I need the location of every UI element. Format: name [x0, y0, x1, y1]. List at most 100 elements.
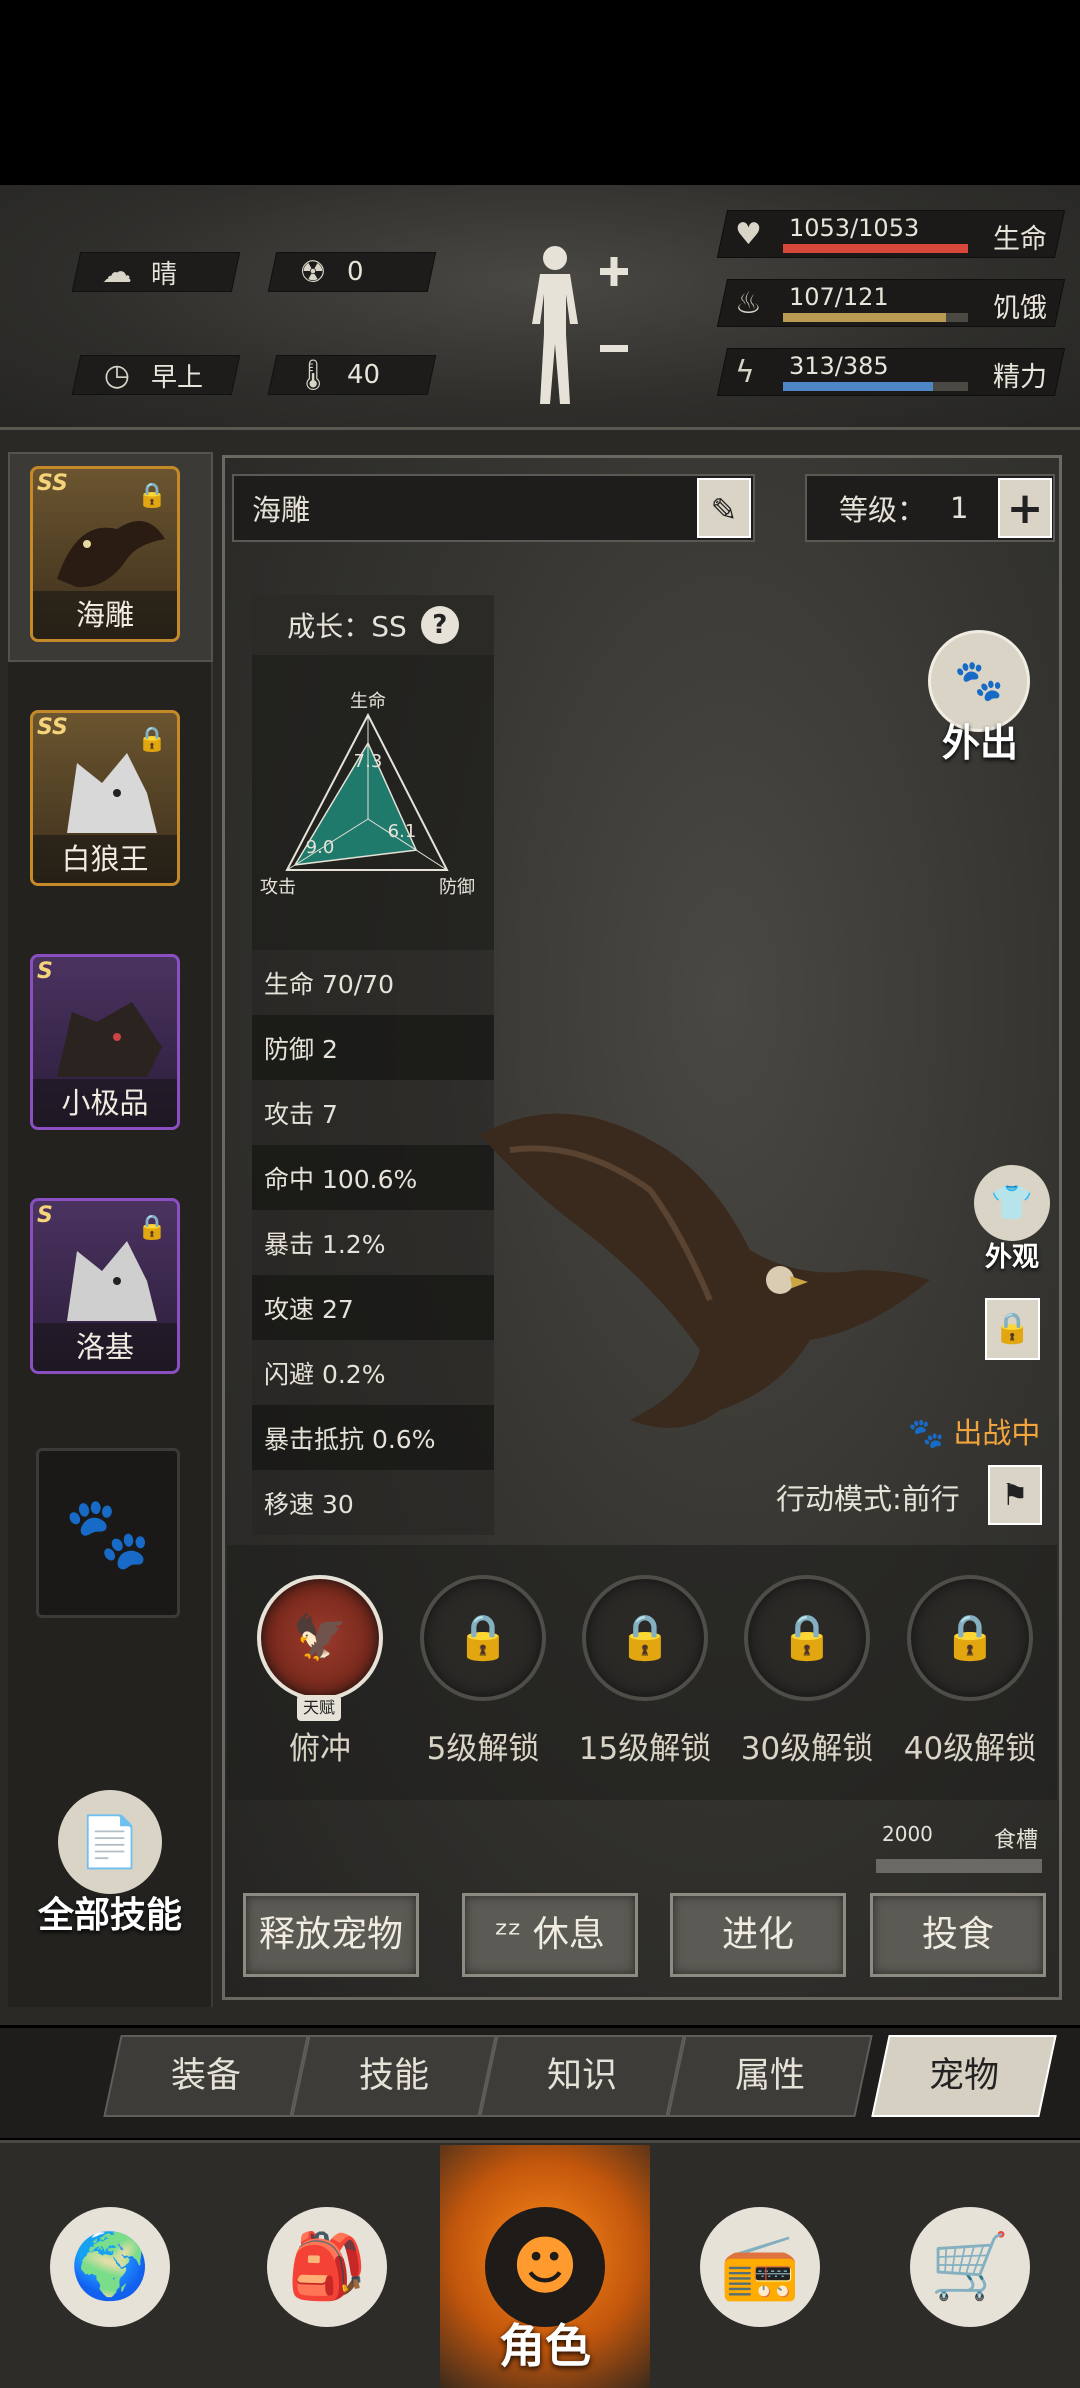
temperature-value: 40: [347, 360, 381, 390]
heart-icon: ♥: [735, 217, 762, 252]
skill-slot-locked[interactable]: 🔒 15级解锁: [579, 1575, 711, 1768]
cloud-sun-icon: ☁: [102, 254, 132, 290]
tab-label: 知识: [546, 2056, 617, 2096]
pet-grade: S: [37, 1203, 53, 1228]
tab-equipment[interactable]: 装备: [103, 2035, 309, 2117]
clock-icon: ◷: [103, 357, 131, 393]
nav-world-map[interactable]: 🌍: [5, 2145, 215, 2388]
pet-stats-list: 生命 70/70 防御 2 攻击 7 命中 100.6% 暴击 1.2% 攻速 …: [252, 950, 494, 1535]
rest-button[interactable]: ᶻᶻ 休息: [462, 1893, 638, 1977]
backpack-icon: 🎒: [267, 2206, 387, 2327]
radar-value-attack: 9.0: [306, 837, 335, 858]
skill-slot-locked[interactable]: 🔒 30级解锁: [741, 1575, 873, 1768]
level-up-button[interactable]: +: [998, 478, 1052, 538]
stat-row: 生命 70/70: [252, 950, 494, 1015]
tab-label: 技能: [358, 2056, 429, 2096]
battle-status: 🐾 出战中: [908, 1410, 1040, 1452]
stat-row: 闪避 0.2%: [252, 1340, 494, 1405]
help-icon[interactable]: ?: [420, 606, 459, 644]
all-skills-button[interactable]: 📄 全部技能: [30, 1790, 190, 1980]
tab-label: 装备: [170, 2056, 241, 2096]
feed-button[interactable]: 投食: [870, 1893, 1046, 1977]
weather-pill: ☁ 晴: [71, 252, 241, 292]
lock-icon: 🔒: [420, 1575, 546, 1701]
outing-label: 外出: [941, 721, 1018, 765]
energy-label: 精力: [993, 362, 1047, 393]
skill-slot-locked[interactable]: 🔒 40级解锁: [904, 1575, 1036, 1768]
skill-label: 40级解锁: [903, 1731, 1037, 1767]
skill-label: 俯冲: [289, 1731, 351, 1767]
eagle-portrait: [57, 521, 165, 588]
skill-slot-locked[interactable]: 🔒 5级解锁: [418, 1575, 548, 1768]
stomach-icon: ♨: [735, 286, 762, 321]
action-mode-button[interactable]: ⚑: [988, 1465, 1042, 1525]
edit-name-button[interactable]: ✎: [697, 478, 751, 538]
radiation-icon: ☢: [299, 254, 327, 290]
stat-row: 暴击抵抗 0.6%: [252, 1405, 494, 1470]
pet-grade: S: [37, 959, 53, 984]
stat-row: 防御 2: [252, 1015, 494, 1080]
radar-value-defense: 6.1: [388, 821, 417, 842]
health-fill: [783, 244, 968, 253]
weather-value: 晴: [151, 259, 178, 290]
energy-icon: ϟ: [735, 355, 755, 390]
level-value: 1: [950, 491, 969, 525]
appearance-button[interactable]: 👕 外观: [972, 1165, 1052, 1274]
globe-icon: 🌍: [50, 2206, 170, 2327]
plus-icon: +: [1006, 483, 1044, 534]
sea-eagle-model: [480, 1113, 930, 1428]
food-trough-bar: [876, 1859, 1042, 1873]
nav-radio[interactable]: 📻: [655, 2145, 865, 2388]
paw-icon: 🐾: [908, 1416, 954, 1450]
top-blank-area: [0, 0, 1080, 185]
pet-name: 白狼王: [33, 835, 177, 883]
eagle-dive-icon: 🦅: [257, 1575, 383, 1701]
nav-character[interactable]: ☻ 角色: [440, 2145, 650, 2388]
body-status-icon[interactable]: [520, 240, 640, 410]
radiation-pill: ☢ 0: [267, 252, 437, 292]
lock-pet-button[interactable]: 🔒: [985, 1298, 1040, 1360]
energy-bar: ϟ 313/385 精力: [716, 348, 1066, 396]
tab-skills[interactable]: 技能: [291, 2035, 497, 2117]
nav-shop[interactable]: 🛒: [865, 2145, 1075, 2388]
stat-row: 攻击 7: [252, 1080, 494, 1145]
radiation-value: 0: [347, 257, 364, 287]
food-trough-value: 2000: [882, 1822, 933, 1846]
hunger-label: 饥饿: [993, 293, 1047, 324]
lock-icon: 🔒: [907, 1575, 1033, 1701]
empty-pet-slot[interactable]: 🐾: [36, 1448, 180, 1618]
wolf-portrait: [67, 753, 157, 833]
boar-portrait: [57, 1002, 162, 1077]
tab-attributes[interactable]: 属性: [667, 2035, 873, 2117]
pet-card-loki[interactable]: S 🔒 洛基: [30, 1198, 180, 1374]
skill-label: 5级解锁: [426, 1731, 540, 1767]
lock-icon: 🔒: [582, 1575, 708, 1701]
action-mode-label: 行动模式:前行: [776, 1482, 960, 1516]
stat-row: 暴击 1.2%: [252, 1210, 494, 1275]
rest-label: 休息: [532, 1914, 605, 1955]
radio-icon: 📻: [700, 2206, 820, 2327]
evolve-button[interactable]: 进化: [670, 1893, 846, 1977]
wolf-portrait: [67, 1241, 157, 1321]
nav-inventory[interactable]: 🎒: [222, 2145, 432, 2388]
outing-button[interactable]: 🐾 外出: [928, 630, 1032, 767]
pet-card-little-gem[interactable]: S 小极品: [30, 954, 180, 1130]
hunger-value: 107/121: [789, 283, 889, 311]
growth-label: 成长：SS: [287, 610, 407, 643]
health-value: 1053/1053: [789, 214, 920, 242]
time-value: 早上: [151, 362, 204, 393]
time-pill: ◷ 早上: [71, 355, 241, 395]
pet-card-sea-eagle[interactable]: SS 🔒 海雕: [30, 466, 180, 642]
talent-tag: 天赋: [297, 1695, 341, 1721]
skill-slot-dive[interactable]: 🦅 俯冲: [255, 1575, 385, 1768]
tab-pets[interactable]: 宠物: [871, 2035, 1057, 2117]
tab-knowledge[interactable]: 知识: [479, 2035, 685, 2117]
release-pet-button[interactable]: 释放宠物: [243, 1893, 419, 1977]
pet-card-white-wolf-king[interactable]: SS 🔒 白狼王: [30, 710, 180, 886]
pet-name-field[interactable]: 海雕: [232, 474, 755, 542]
battle-status-label: 出战中: [953, 1416, 1041, 1450]
tab-label: 宠物: [928, 2056, 999, 2096]
health-bar: ♥ 1053/1053 生命: [716, 210, 1066, 258]
nav-character-label: 角色: [499, 2319, 591, 2373]
sleep-icon: ᶻᶻ: [495, 1914, 533, 1955]
